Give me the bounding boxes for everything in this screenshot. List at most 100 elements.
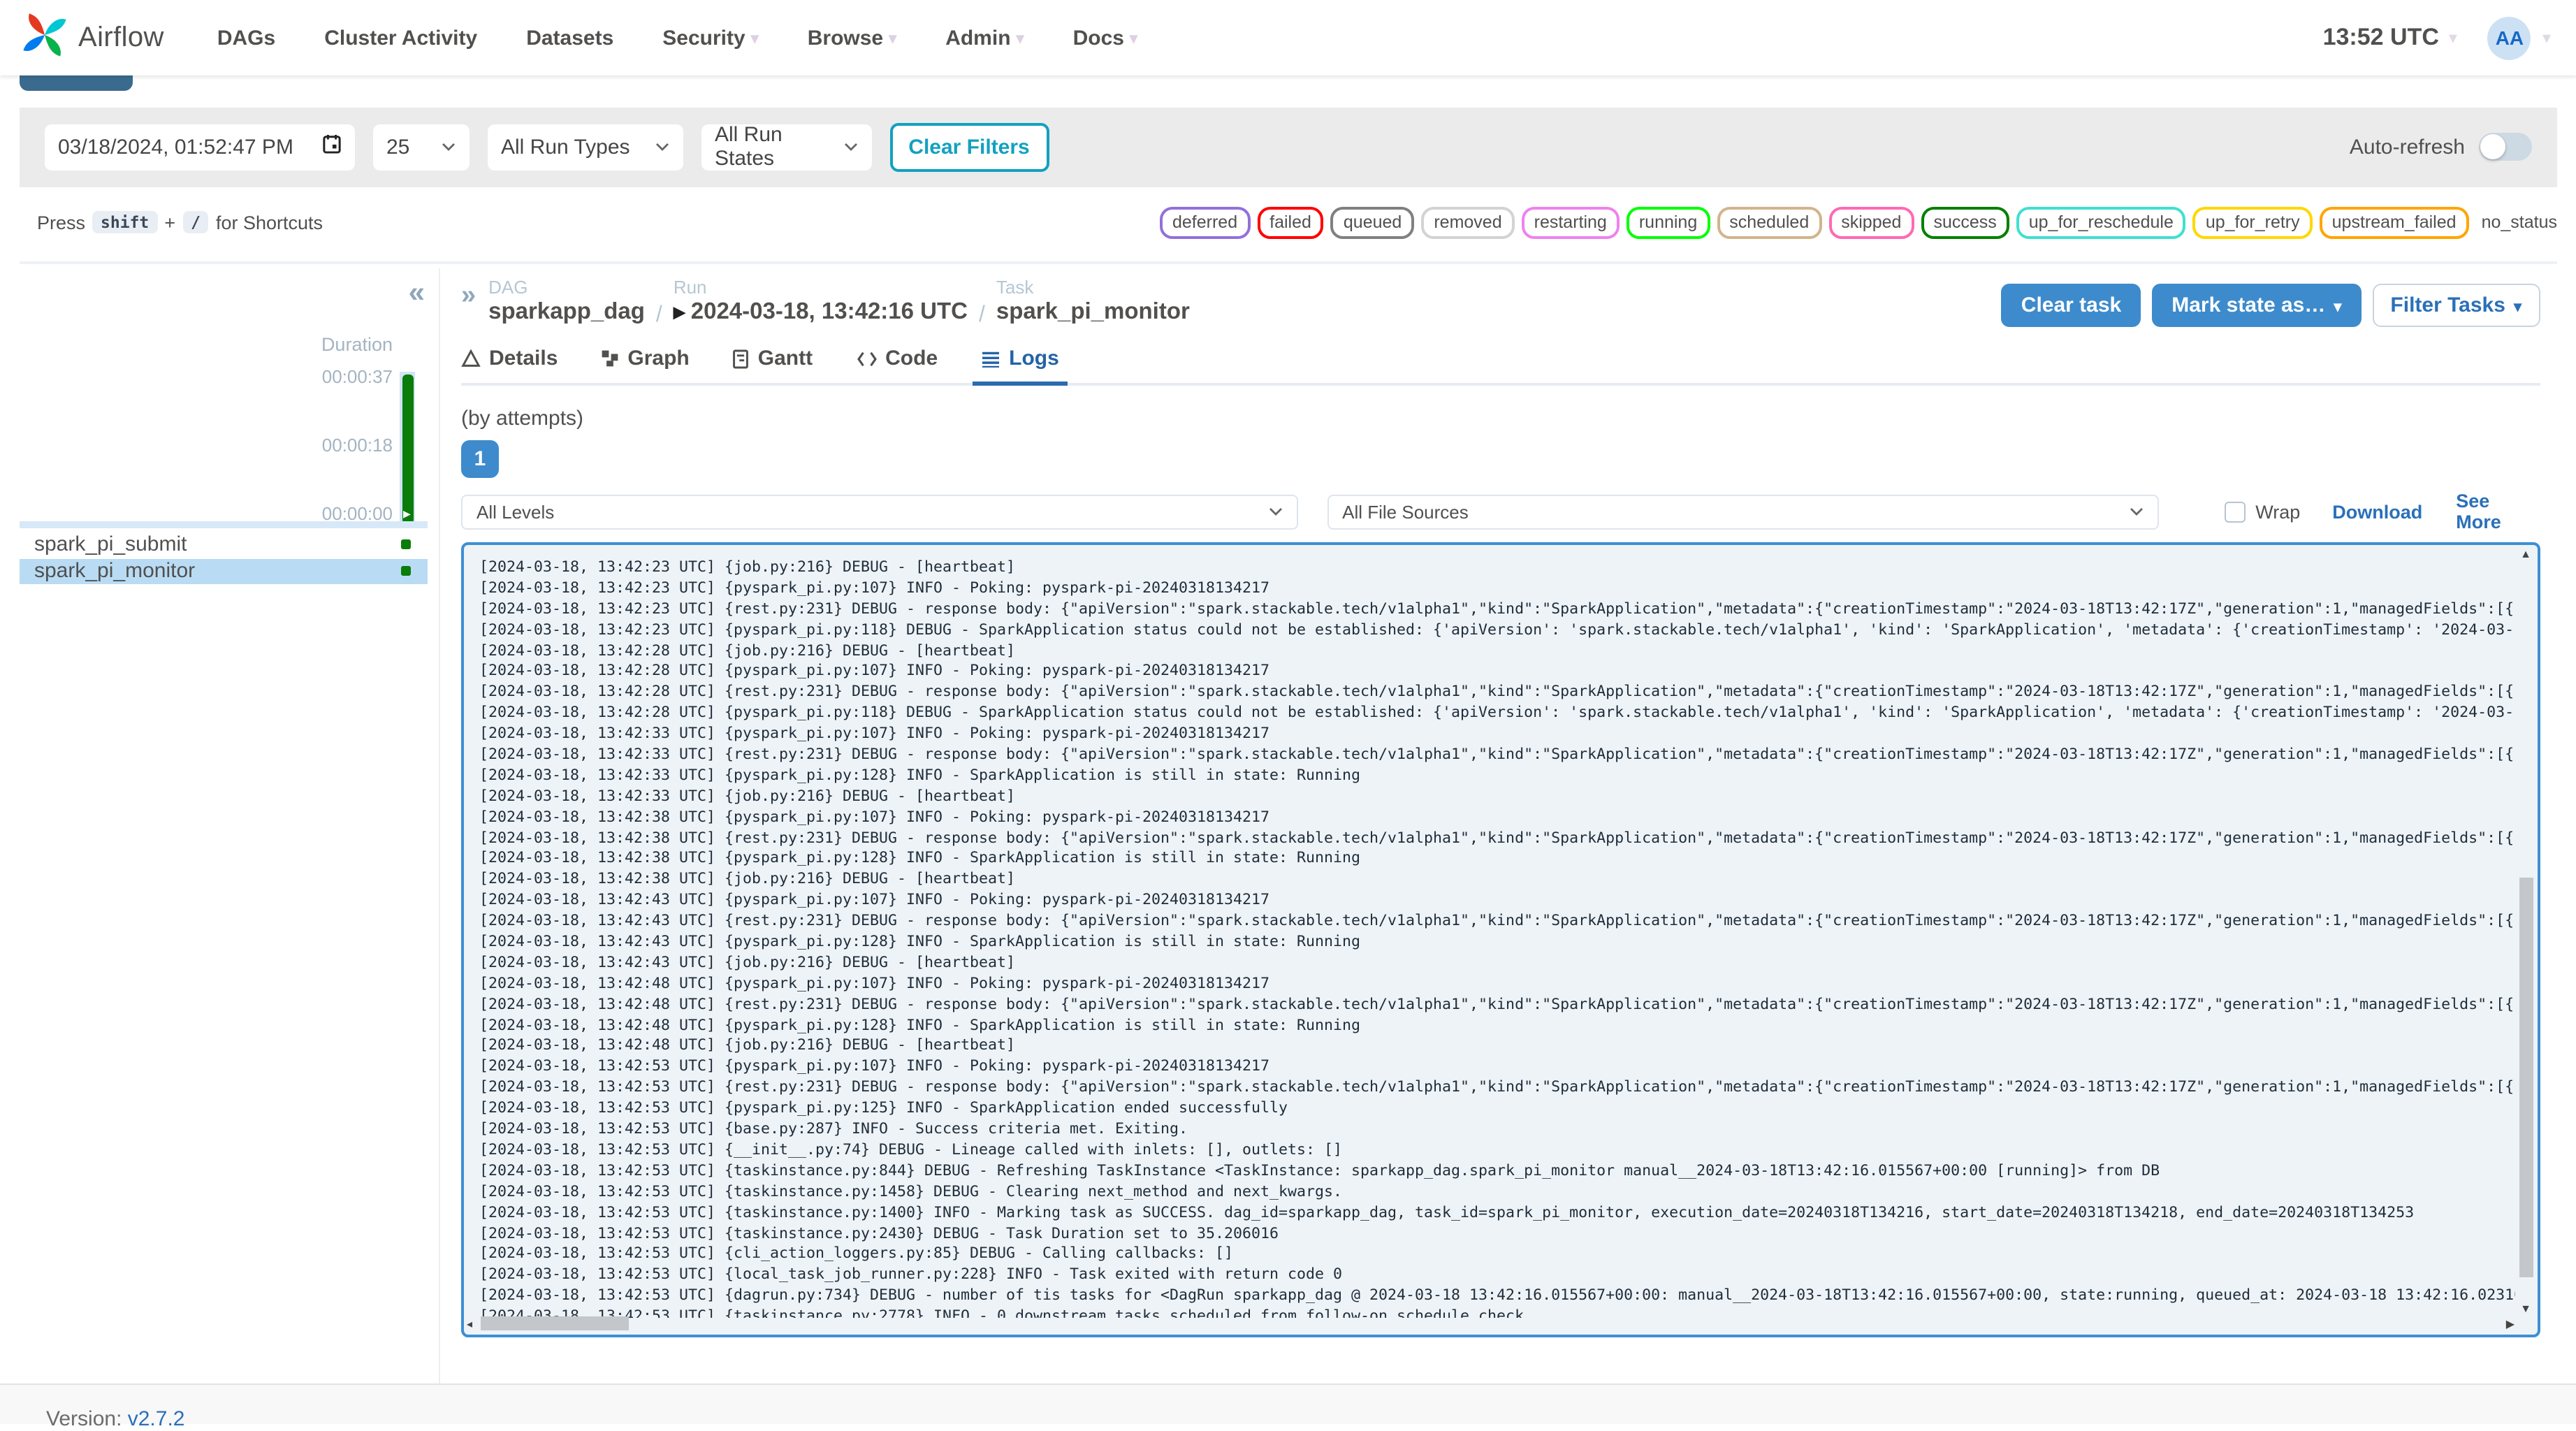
nav-item-security[interactable]: Security ▾: [662, 26, 758, 50]
navbar-right: 13:52 UTC ▾ AA ▾: [2323, 16, 2551, 59]
nav-item-browse[interactable]: Browse ▾: [808, 26, 896, 50]
status-badge-running[interactable]: running: [1626, 206, 1710, 238]
clear-task-button[interactable]: Clear task: [2001, 284, 2141, 327]
download-log-link[interactable]: Download: [2332, 501, 2422, 522]
nav-item-admin[interactable]: Admin ▾: [945, 26, 1024, 50]
run-duration-bar[interactable]: ▶: [402, 375, 413, 524]
collapse-sidebar-icon[interactable]: «: [409, 277, 425, 310]
run-types-value: All Run Types: [501, 135, 630, 159]
status-badge-skipped[interactable]: skipped: [1828, 206, 1914, 238]
clear-filters-button[interactable]: Clear Filters: [889, 122, 1049, 171]
nav-item-docs[interactable]: Docs ▾: [1073, 26, 1137, 50]
page-size-select[interactable]: 25: [372, 124, 469, 170]
task-status-square[interactable]: [400, 539, 410, 549]
scroll-left-icon[interactable]: ◂: [467, 1316, 472, 1332]
tab-label: Gantt: [757, 347, 813, 370]
partial-header-tab: [19, 75, 132, 91]
see-more-link[interactable]: See More: [2456, 491, 2540, 532]
tab-details[interactable]: Details: [461, 347, 558, 383]
status-badge-removed[interactable]: removed: [1421, 206, 1515, 238]
task-detail-panel: » DAG sparkapp_dag / Run ▶ 2024-03-18, 1…: [461, 268, 2540, 1383]
task-status-square[interactable]: [400, 566, 410, 576]
filter-tasks-label: Filter Tasks: [2390, 293, 2505, 317]
tab-graph[interactable]: Graph: [601, 347, 690, 383]
status-badge-queued[interactable]: queued: [1330, 206, 1415, 238]
status-badge-upstream_failed[interactable]: upstream_failed: [2319, 206, 2469, 238]
breadcrumb-dag: DAG sparkapp_dag: [488, 268, 645, 326]
run-value-link[interactable]: ▶ 2024-03-18, 13:42:16 UTC: [674, 299, 968, 326]
scroll-down-icon[interactable]: ▼: [2517, 1302, 2534, 1315]
run-states-select[interactable]: All Run States: [701, 123, 871, 170]
nav-item-label: Datasets: [526, 26, 614, 50]
calendar-icon[interactable]: [322, 134, 340, 159]
tab-label: Logs: [1009, 347, 1059, 370]
nav-item-datasets[interactable]: Datasets: [526, 26, 613, 50]
log-line: [2024-03-18, 13:42:53 UTC] {rest.py:231}…: [479, 1077, 2515, 1096]
airflow-brand[interactable]: Airflow: [21, 10, 164, 65]
clock-chevron-down-icon: ▾: [2448, 28, 2457, 48]
status-badge-failed[interactable]: failed: [1257, 206, 1324, 238]
nav-item-dags[interactable]: DAGs: [217, 26, 275, 50]
mark-state-label: Mark state as…: [2171, 293, 2326, 317]
dag-label: DAG: [488, 277, 528, 298]
log-line: [2024-03-18, 13:42:28 UTC] {pyspark_pi.p…: [479, 661, 1270, 680]
task-value-link[interactable]: spark_pi_monitor: [996, 299, 1190, 326]
user-avatar[interactable]: AA: [2487, 16, 2531, 59]
wrap-checkbox[interactable]: [2225, 501, 2246, 522]
version-link[interactable]: v2.7.2: [128, 1407, 185, 1431]
log-line: [2024-03-18, 13:42:33 UTC] {pyspark_pi.p…: [479, 765, 1361, 784]
scroll-right-icon[interactable]: ▶: [2506, 1316, 2515, 1332]
horizontal-scroll-thumb[interactable]: [481, 1316, 629, 1330]
filter-tasks-button[interactable]: Filter Tasks ▾: [2372, 284, 2540, 327]
auto-refresh-control: Auto-refresh: [2350, 133, 2532, 161]
chevron-down-icon: ▾: [2513, 299, 2522, 316]
chevron-down-icon: ▾: [889, 30, 897, 47]
tab-label: Code: [885, 347, 938, 370]
task-list: spark_pi_submit spark_pi_monitor: [19, 531, 427, 586]
task-actions: Clear task Mark state as… ▾ Filter Tasks ▾: [2001, 284, 2540, 327]
log-source-select[interactable]: All File Sources: [1327, 494, 2160, 529]
task-row-spark_pi_monitor[interactable]: spark_pi_monitor: [19, 558, 427, 584]
log-content[interactable]: [2024-03-18, 13:42:23 UTC] {job.py:216} …: [464, 545, 2515, 1318]
nav-item-cluster-activity[interactable]: Cluster Activity: [324, 26, 477, 50]
by-attempts-label: (by attempts): [461, 407, 584, 430]
status-badge-scheduled[interactable]: scheduled: [1717, 206, 1822, 238]
run-column[interactable]: ▶: [400, 372, 415, 527]
status-badge-deferred[interactable]: deferred: [1160, 206, 1251, 238]
navbar-menu: DAGs Cluster Activity Datasets Security ▾ Bro…: [217, 26, 1137, 50]
log-line: [2024-03-18, 13:42:53 UTC] {taskinstance…: [479, 1203, 2415, 1221]
base-date-input[interactable]: 03/18/2024, 01:52:47 PM: [44, 124, 354, 170]
task-row-spark_pi_submit[interactable]: spark_pi_submit: [19, 531, 427, 557]
duration-axis-label: Duration: [321, 334, 393, 355]
run-types-select[interactable]: All Run Types: [487, 124, 683, 170]
shortcuts-suffix: for Shortcuts: [215, 212, 323, 233]
log-line: [2024-03-18, 13:42:33 UTC] {pyspark_pi.p…: [479, 724, 1270, 743]
log-line: [2024-03-18, 13:42:48 UTC] {job.py:216} …: [479, 1036, 1016, 1054]
status-badge-success[interactable]: success: [1921, 206, 2009, 238]
utc-clock[interactable]: 13:52 UTC: [2323, 24, 2439, 52]
vertical-scroll-thumb[interactable]: [2519, 878, 2533, 1277]
horizontal-scrollbar[interactable]: ◂ ▶: [467, 1316, 2515, 1332]
breadcrumb-chevrons-icon: »: [461, 281, 476, 310]
user-menu-chevron-down-icon[interactable]: ▾: [2542, 28, 2551, 48]
tab-code[interactable]: Code: [856, 347, 938, 383]
plus-sign: +: [164, 212, 176, 233]
run-timestamp: 2024-03-18, 13:42:16 UTC: [690, 299, 968, 324]
vertical-scrollbar[interactable]: ▲ ▼: [2517, 548, 2534, 1315]
tab-gantt[interactable]: Gantt: [733, 347, 813, 383]
log-line: [2024-03-18, 13:42:43 UTC] {rest.py:231}…: [479, 911, 2515, 930]
log-viewer: [2024-03-18, 13:42:23 UTC] {job.py:216} …: [461, 542, 2540, 1337]
scroll-up-icon[interactable]: ▲: [2517, 548, 2534, 560]
meta-row: Press shift + / for Shortcuts deferred fa…: [19, 203, 2557, 242]
code-brackets-icon: [856, 350, 877, 367]
mark-state-as-button[interactable]: Mark state as… ▾: [2152, 284, 2362, 327]
status-badge-up_for_reschedule[interactable]: up_for_reschedule: [2016, 206, 2186, 238]
attempt-1-button[interactable]: 1: [461, 440, 499, 478]
graph-nodes-icon: [601, 349, 619, 368]
dag-value-link[interactable]: sparkapp_dag: [488, 299, 645, 326]
status-badge-up_for_retry[interactable]: up_for_retry: [2192, 206, 2313, 238]
tab-logs[interactable]: Logs: [973, 347, 1068, 386]
auto-refresh-toggle[interactable]: [2479, 133, 2532, 161]
log-level-select[interactable]: All Levels: [461, 494, 1298, 529]
status-badge-restarting[interactable]: restarting: [1521, 206, 1620, 238]
